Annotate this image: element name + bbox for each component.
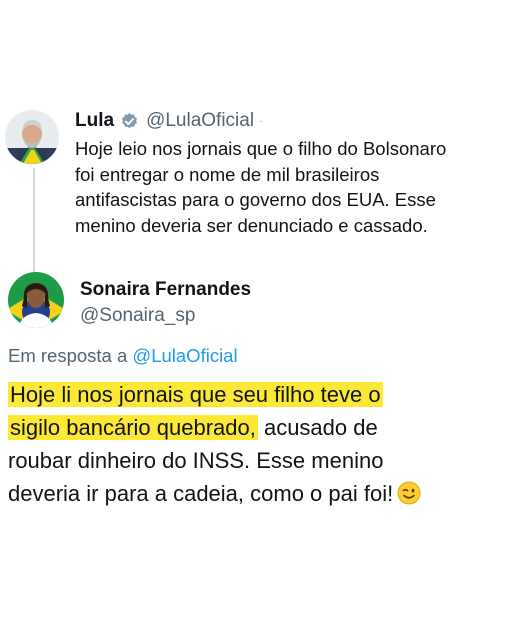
- verified-badge-icon: [120, 112, 139, 131]
- reply-line-1: Hoje li nos jornais que seu filho teve o: [8, 378, 508, 411]
- reply-display-name[interactable]: Sonaira Fernandes: [80, 279, 251, 301]
- highlighted-text: sigilo bancário quebrado,: [8, 415, 258, 440]
- reply-line-4: deveria ir para a cadeia, como o pai foi…: [8, 477, 508, 510]
- tweet-display-name[interactable]: Lula: [75, 110, 114, 132]
- reply-text-segment: acusado de: [257, 415, 378, 440]
- reply-text-segment: deveria ir para a cadeia, como o pai foi…: [8, 481, 394, 506]
- reply-prefix: Em resposta a: [8, 345, 128, 366]
- lula-avatar[interactable]: [5, 110, 59, 164]
- tweet-text-line: Hoje leio nos jornais que o filho do Bol…: [75, 138, 447, 159]
- tweet-text-line: foi entregar o nome de mil brasileiros: [75, 163, 380, 185]
- tweet-text: Hoje leio nos jornais que o filho do Bol…: [75, 136, 511, 238]
- reply-line-2: sigilo bancário quebrado, acusado de: [8, 411, 508, 444]
- sonaira-avatar[interactable]: [8, 272, 64, 328]
- sonaira-avatar-image: [8, 272, 64, 328]
- reply-line-3: roubar dinheiro do INSS. Esse menino: [8, 448, 384, 473]
- tweet-author-row: Lula @LulaOficial ·: [75, 107, 262, 135]
- separator-dot: ·: [259, 115, 263, 127]
- lula-avatar-image: [5, 110, 59, 164]
- reply-handle-row: @Sonaira_sp: [80, 304, 195, 328]
- reply-author-row: Sonaira Fernandes: [80, 278, 251, 302]
- reply-text: Hoje li nos jornais que seu filho teve o…: [8, 378, 508, 510]
- highlighted-text: Hoje li nos jornais que seu filho teve o: [8, 382, 383, 407]
- in-reply-to: Em resposta a @LulaOficial: [8, 345, 238, 367]
- winking-face-emoji: [397, 481, 421, 505]
- reply-handle[interactable]: @Sonaira_sp: [80, 305, 195, 327]
- tweet-text-line: antifascistas para o governo dos EUA. Es…: [75, 189, 436, 210]
- reply-mention-link[interactable]: @LulaOficial: [132, 345, 237, 366]
- tweet-text-line: menino deveria ser denunciado e cassado.: [75, 214, 428, 236]
- tweet-handle[interactable]: @LulaOficial: [146, 110, 254, 132]
- thread-connector-line: [33, 168, 35, 272]
